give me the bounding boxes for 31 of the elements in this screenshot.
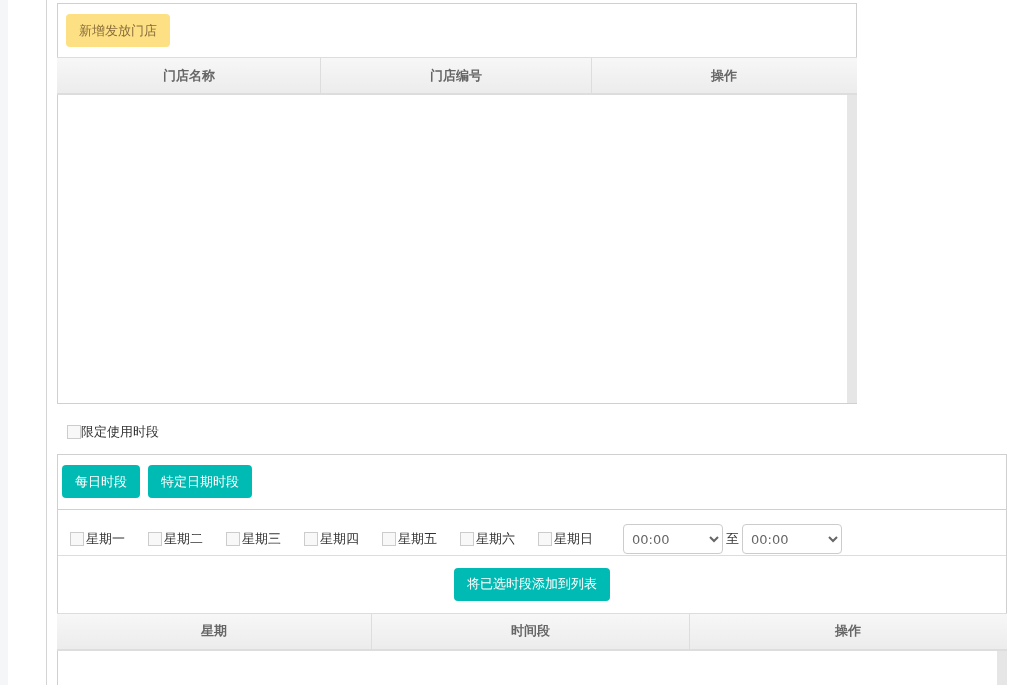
checkbox[interactable] [67,424,81,439]
checkbox-label: 限定使用时段 [81,422,159,441]
column-header: 门店名称 [57,58,322,93]
checkbox[interactable] [70,532,84,547]
start-time-select[interactable]: 00:00 [623,524,723,555]
checkbox[interactable] [460,532,474,547]
scrollbar[interactable] [997,650,1007,685]
checkbox[interactable] [226,532,240,547]
weekday-label: 星期六 [476,530,515,549]
checkbox[interactable] [148,532,162,547]
weekday-label: 星期三 [242,530,281,549]
column-header: 操作 [834,622,863,641]
add-store-button[interactable]: 新增发放门店 [66,14,170,47]
weekday-label: 星期五 [398,530,437,549]
separator-text: 至 [726,530,739,549]
column-header: 门店编号 [321,58,592,93]
column-header: 星期 [57,613,373,649]
weekday-label: 星期日 [554,530,593,549]
weekday-label: 星期四 [320,530,359,549]
column-header: 操作 [710,66,739,85]
period-button[interactable]: 特定日期时段 [148,465,252,499]
checkbox[interactable] [304,532,318,547]
column-header: 时间段 [372,613,690,649]
scrollbar[interactable] [847,95,857,403]
period-button[interactable]: 每日时段 [62,465,140,499]
end-time-select[interactable]: 00:00 [742,524,842,555]
add-to-list-button[interactable]: 将已选时段添加到列表 [454,567,610,601]
checkbox[interactable] [382,532,396,547]
weekday-label: 星期二 [164,530,203,549]
weekday-label: 星期一 [86,530,125,549]
checkbox[interactable] [538,532,552,547]
